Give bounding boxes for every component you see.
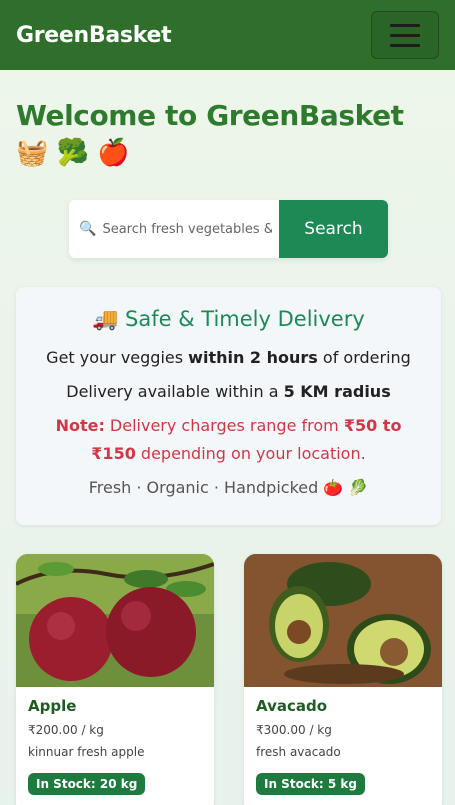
menu-toggle-button[interactable] <box>371 11 439 59</box>
hamburger-icon <box>390 23 420 27</box>
hamburger-icon-bar <box>390 33 420 37</box>
welcome-heading: Welcome to GreenBasket 🧺 🥦 🍎 <box>16 98 439 171</box>
search-box: 🔍 <box>69 200 279 258</box>
delivery-time-text: Get your veggies within 2 hours of order… <box>46 348 411 367</box>
product-card-apple[interactable]: Apple ₹200.00 / kg kinnuar fresh apple I… <box>16 554 214 805</box>
delivery-charges-note: Note: Delivery charges range from ₹50 to… <box>55 416 402 463</box>
product-card-avacado[interactable]: Avacado ₹300.00 / kg fresh avacado In St… <box>244 554 442 805</box>
product-name: Avacado <box>256 697 328 715</box>
truck-icon: 🚚 <box>92 307 119 331</box>
product-grid: Apple ₹200.00 / kg kinnuar fresh apple I… <box>16 554 442 805</box>
hamburger-icon-bar <box>390 43 420 47</box>
search-icon: 🔍 <box>79 221 97 237</box>
product-price: ₹300.00 / kg <box>256 723 332 737</box>
delivery-title: 🚚 Safe & Timely Delivery <box>16 307 441 332</box>
avocado-image <box>244 554 442 687</box>
stock-badge: In Stock: 5 kg <box>256 773 365 795</box>
delivery-radius-text: Delivery available within a 5 KM radius <box>66 382 391 401</box>
stock-badge: In Stock: 20 kg <box>28 773 146 795</box>
delivery-info-card: 🚚 Safe & Timely Delivery Get your veggie… <box>16 287 441 525</box>
brand-logo[interactable]: GreenBasket <box>16 23 172 48</box>
search-input[interactable] <box>102 221 273 237</box>
welcome-emoji: 🧺 🥦 🍎 <box>16 138 130 168</box>
apple-image <box>16 554 214 687</box>
product-name: Apple <box>28 697 77 715</box>
product-price: ₹200.00 / kg <box>28 723 104 737</box>
product-description: kinnuar fresh apple <box>28 745 145 759</box>
delivery-title-text: Safe & Timely Delivery <box>125 307 365 331</box>
welcome-title: Welcome to GreenBasket <box>16 99 404 132</box>
product-description: fresh avacado <box>256 745 341 759</box>
search-form: 🔍 Search <box>69 200 388 258</box>
search-button[interactable]: Search <box>279 200 388 258</box>
navbar: GreenBasket <box>0 0 455 70</box>
delivery-tagline: Fresh · Organic · Handpicked 🍅 🥬 <box>88 478 369 497</box>
